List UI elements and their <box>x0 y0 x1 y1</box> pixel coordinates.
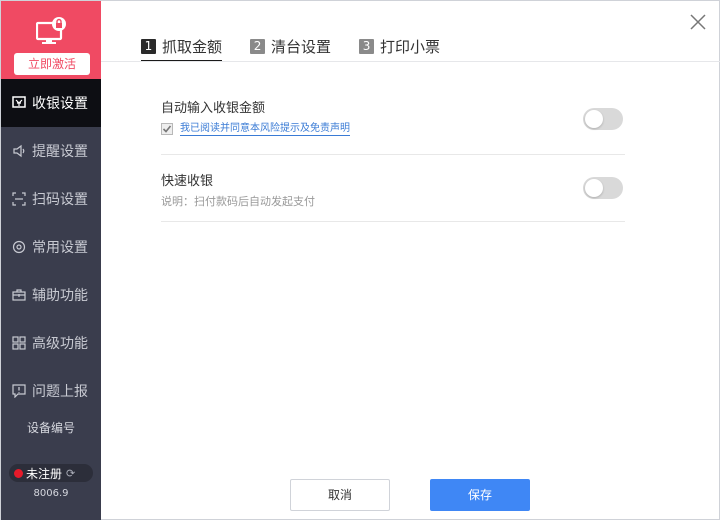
close-icon[interactable] <box>689 13 707 31</box>
sidebar-item-cashier-settings[interactable]: 收银设置 <box>1 79 101 127</box>
grid-icon <box>11 335 27 351</box>
tab-number-badge: 2 <box>250 38 266 54</box>
toolbox-icon <box>11 287 27 303</box>
toggle-knob <box>585 179 603 197</box>
auto-amount-toggle[interactable] <box>583 108 623 130</box>
tab-capture-amount[interactable]: 1 抓取金额 <box>141 34 223 62</box>
setting-quick-pay: 快速收银 说明：扫付款码后自动发起支付 <box>161 170 625 209</box>
divider <box>161 221 625 222</box>
device-number-label[interactable]: 设备编号 <box>1 419 101 436</box>
tab-table-clear-settings[interactable]: 2 清台设置 <box>250 34 331 58</box>
sidebar-item-label: 收银设置 <box>32 96 88 112</box>
registration-status-label: 未注册 <box>26 466 63 481</box>
sidebar: 立即激活 收银设置 提醒设置 扫码设置 常用设置 辅助功能 高级功能 问题上报 … <box>1 1 101 520</box>
speaker-icon <box>11 143 27 159</box>
activate-button[interactable]: 立即激活 <box>14 53 90 75</box>
sidebar-item-assist-functions[interactable]: 辅助功能 <box>1 271 101 319</box>
report-icon <box>11 383 27 399</box>
tab-divider <box>101 61 720 62</box>
version-label: 8006.9 <box>33 488 69 499</box>
sidebar-item-common-settings[interactable]: 常用设置 <box>1 223 101 271</box>
sidebar-item-scan-settings[interactable]: 扫码设置 <box>1 175 101 223</box>
cancel-button[interactable]: 取消 <box>290 479 390 511</box>
settings-window: 立即激活 收银设置 提醒设置 扫码设置 常用设置 辅助功能 高级功能 问题上报 … <box>0 0 720 520</box>
sidebar-nav: 收银设置 提醒设置 扫码设置 常用设置 辅助功能 高级功能 问题上报 <box>1 79 101 415</box>
tab-label: 清台设置 <box>271 37 332 56</box>
tab-bar: 1 抓取金额 2 清台设置 3 打印小票 <box>141 34 468 62</box>
disclaimer-link[interactable]: 我已阅读并同意本风险提示及免责声明 <box>180 122 350 136</box>
setting-title: 快速收银 <box>161 174 214 189</box>
sidebar-item-reminder-settings[interactable]: 提醒设置 <box>1 127 101 175</box>
sidebar-item-label: 常用设置 <box>32 240 88 256</box>
sidebar-item-label: 扫码设置 <box>32 192 88 208</box>
refresh-icon[interactable]: ⟳ <box>66 467 75 480</box>
sidebar-item-label: 提醒设置 <box>32 144 88 160</box>
sidebar-item-label: 辅助功能 <box>32 288 88 304</box>
tab-label: 打印小票 <box>380 37 441 56</box>
tab-number-badge: 3 <box>359 38 375 54</box>
sidebar-item-label: 问题上报 <box>32 384 88 400</box>
setting-auto-amount: 自动输入收银金额 我已阅读并同意本风险提示及免责声明 <box>161 97 625 136</box>
agreement-checkbox[interactable] <box>161 123 173 135</box>
cashier-icon <box>11 95 27 111</box>
registration-status[interactable]: 未注册 ⟳ <box>9 464 93 482</box>
scan-icon <box>11 191 27 207</box>
setting-title: 自动输入收银金额 <box>161 101 266 116</box>
toggle-knob <box>585 110 603 128</box>
gear-icon <box>11 239 27 255</box>
checkmark-icon <box>162 125 172 133</box>
sidebar-item-label: 高级功能 <box>32 336 88 352</box>
tab-number-badge: 1 <box>141 38 156 54</box>
sidebar-item-report-issue[interactable]: 问题上报 <box>1 367 101 415</box>
divider <box>161 154 625 155</box>
sidebar-item-advanced-functions[interactable]: 高级功能 <box>1 319 101 367</box>
save-button[interactable]: 保存 <box>430 479 530 511</box>
setting-description: 说明：扫付款码后自动发起支付 <box>161 195 315 208</box>
brand-area: 立即激活 <box>1 1 101 79</box>
tab-label: 抓取金额 <box>162 37 223 56</box>
quick-pay-toggle[interactable] <box>583 177 623 199</box>
tab-print-receipt[interactable]: 3 打印小票 <box>359 34 440 58</box>
status-dot-icon <box>14 468 23 478</box>
agreement-row: 我已阅读并同意本风险提示及免责声明 <box>161 122 625 136</box>
monitor-lock-icon <box>36 17 66 44</box>
